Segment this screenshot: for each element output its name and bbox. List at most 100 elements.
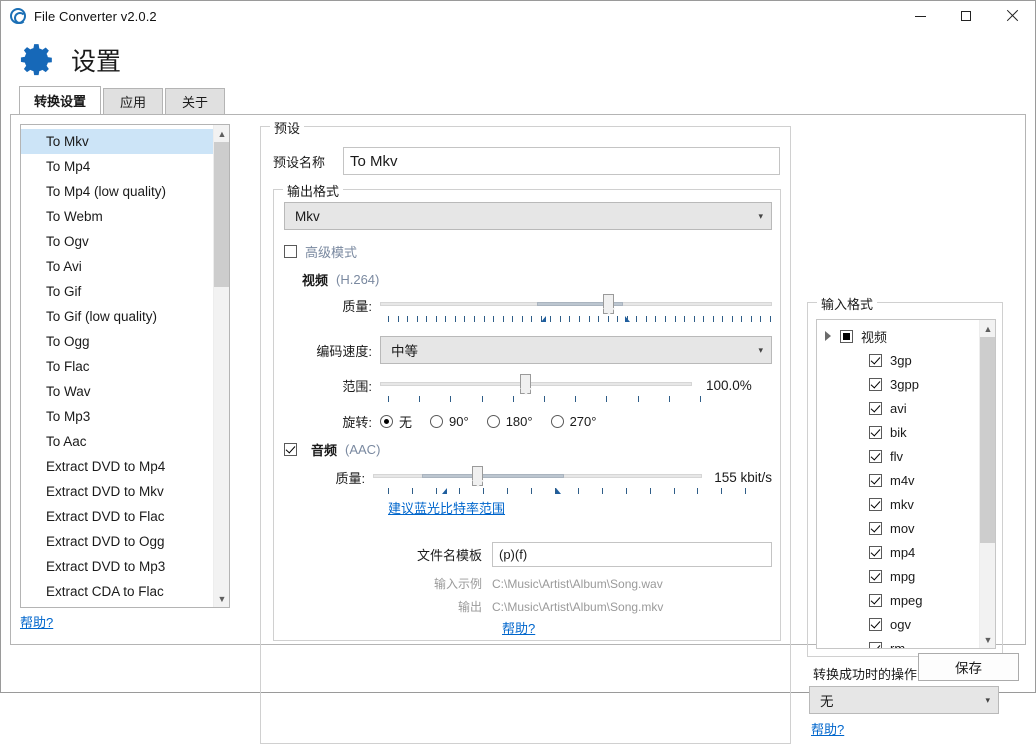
tree-item-checkbox[interactable] [869, 474, 882, 487]
preset-name-input[interactable]: To Mkv [343, 147, 780, 175]
rotation-option-90[interactable]: 90° [430, 414, 469, 429]
preset-list-box[interactable]: To MkvTo Mp4To Mp4 (low quality)To WebmT… [20, 124, 230, 608]
output-example-value: C:\Music\Artist\Album\Song.mkv [492, 600, 663, 614]
tree-item-checkbox[interactable] [869, 594, 882, 607]
close-icon [1006, 10, 1018, 22]
preset-name-label: 预设名称 [273, 152, 343, 171]
tree-item[interactable]: mpg [817, 564, 995, 588]
video-quality-label: 质量: [284, 296, 380, 315]
tree-root-video[interactable]: 视频 [817, 324, 995, 348]
advanced-mode-checkbox[interactable]: 高级模式 [284, 242, 357, 261]
save-button[interactable]: 保存 [918, 653, 1019, 681]
tree-item-checkbox[interactable] [869, 546, 882, 559]
preset-list-item[interactable]: Extract DVD to Mp4 [21, 454, 229, 479]
video-range-slider[interactable] [380, 374, 692, 396]
preset-list: To MkvTo Mp4To Mp4 (low quality)To WebmT… [21, 125, 229, 604]
scroll-up-icon[interactable]: ▲ [980, 320, 996, 337]
after-conversion-help-link[interactable]: 帮助? [811, 719, 844, 738]
video-quality-slider[interactable] [380, 294, 772, 316]
tree-item[interactable]: 3gpp [817, 372, 995, 396]
tree-item-checkbox[interactable] [869, 378, 882, 391]
slider-thumb[interactable] [603, 294, 614, 314]
audio-enable-checkbox[interactable]: 音频 (AAC) [284, 440, 380, 459]
preset-list-item[interactable]: To Wav [21, 379, 229, 404]
preset-list-item[interactable]: Extract DVD to Mp3 [21, 554, 229, 579]
preset-list-item[interactable]: To Flac [21, 354, 229, 379]
filename-help-link[interactable]: 帮助? [502, 618, 535, 637]
minimize-button[interactable] [897, 1, 943, 32]
input-example-label: 输入示例 [404, 575, 492, 592]
expand-arrow-icon[interactable] [825, 331, 831, 341]
bluray-bitrate-link[interactable]: 建议蓝光比特率范围 [388, 498, 772, 517]
rotation-option-none[interactable]: 无 [380, 412, 412, 431]
tree-item-label: avi [890, 401, 907, 416]
output-example-label: 输出 [404, 598, 492, 615]
audio-quality-slider[interactable] [373, 466, 702, 488]
audio-quality-value: 155 kbit/s [714, 470, 772, 485]
tree-item[interactable]: bik [817, 420, 995, 444]
maximize-button[interactable] [943, 1, 989, 32]
scrollbar-thumb[interactable] [214, 142, 230, 287]
rotation-option-180[interactable]: 180° [487, 414, 533, 429]
tab-application[interactable]: 应用 [103, 88, 163, 114]
preset-list-item[interactable]: To Mkv [21, 129, 229, 154]
tree-item[interactable]: mpeg [817, 588, 995, 612]
preset-list-item[interactable]: To Ogg [21, 329, 229, 354]
preset-list-item[interactable]: To Mp4 (low quality) [21, 179, 229, 204]
slider-thumb[interactable] [520, 374, 531, 394]
tree-item[interactable]: mp4 [817, 540, 995, 564]
preset-list-item[interactable]: Extract DVD to Ogg [21, 529, 229, 554]
tree-item-checkbox[interactable] [869, 570, 882, 583]
tree-root-checkbox[interactable] [840, 330, 853, 343]
tree-item[interactable]: mkv [817, 492, 995, 516]
tree-item-checkbox[interactable] [869, 498, 882, 511]
tree-item[interactable]: ogv [817, 612, 995, 636]
preset-list-item[interactable]: To Gif (low quality) [21, 304, 229, 329]
scrollbar-thumb[interactable] [980, 337, 996, 543]
filename-template-input[interactable]: (p)(f) [492, 542, 772, 567]
input-format-group: 输入格式 视频3gp3gppavibikflvm4vmkvmovmp4mpgmp… [807, 302, 1003, 657]
input-format-tree[interactable]: 视频3gp3gpp avi bikflvm4vmkvmovmp4mpgmpegogv… [816, 319, 996, 649]
preset-list-item[interactable]: To Aac [21, 429, 229, 454]
tree-item[interactable]: flv [817, 444, 995, 468]
preset-list-item[interactable]: Extract CDA to Flac [21, 579, 229, 604]
video-range-ticks [388, 396, 700, 404]
preset-list-item[interactable]: To Gif [21, 279, 229, 304]
close-button[interactable] [989, 1, 1035, 32]
audio-quality-label: 质量: [284, 468, 373, 487]
preset-list-item[interactable]: To Avi [21, 254, 229, 279]
minimize-icon [915, 16, 926, 17]
preset-list-scrollbar[interactable]: ▲ ▼ [213, 125, 229, 607]
output-format-select[interactable]: Mkv ▾ [284, 202, 772, 230]
encode-speed-select[interactable]: 中等 ▾ [380, 336, 772, 364]
tree-item-checkbox[interactable] [869, 450, 882, 463]
preset-list-item[interactable]: To Mp4 [21, 154, 229, 179]
tab-about[interactable]: 关于 [165, 88, 225, 114]
scroll-up-icon[interactable]: ▲ [214, 125, 230, 142]
tree-item[interactable]: 3gp [817, 348, 995, 372]
tree-item[interactable]: avi [817, 396, 995, 420]
chevron-down-icon: ▾ [758, 211, 763, 222]
tree-item-checkbox[interactable] [869, 618, 882, 631]
rotation-option-label: 270° [570, 414, 597, 429]
tree-item[interactable]: mov [817, 516, 995, 540]
slider-thumb[interactable] [472, 466, 483, 486]
scroll-down-icon[interactable]: ▼ [214, 590, 230, 607]
preset-list-item[interactable]: To Mp3 [21, 404, 229, 429]
tree-item-checkbox[interactable] [869, 354, 882, 367]
input-format-scrollbar[interactable]: ▲ ▼ [979, 320, 995, 648]
after-conversion-value: 无 [820, 690, 834, 710]
tab-conversion-settings[interactable]: 转换设置 [19, 86, 101, 114]
preset-list-item[interactable]: Extract DVD to Mkv [21, 479, 229, 504]
slider-track [380, 382, 692, 386]
tree-item-checkbox[interactable] [869, 426, 882, 439]
preset-list-item[interactable]: To Webm [21, 204, 229, 229]
tree-item-checkbox[interactable] [869, 522, 882, 535]
rotation-option-label: 180° [506, 414, 533, 429]
rotation-option-270[interactable]: 270° [551, 414, 597, 429]
tree-item[interactable]: m4v [817, 468, 995, 492]
sidebar-help-link[interactable]: 帮助? [20, 612, 53, 631]
tree-item-checkbox[interactable] [869, 402, 882, 415]
preset-list-item[interactable]: Extract DVD to Flac [21, 504, 229, 529]
preset-list-item[interactable]: To Ogv [21, 229, 229, 254]
